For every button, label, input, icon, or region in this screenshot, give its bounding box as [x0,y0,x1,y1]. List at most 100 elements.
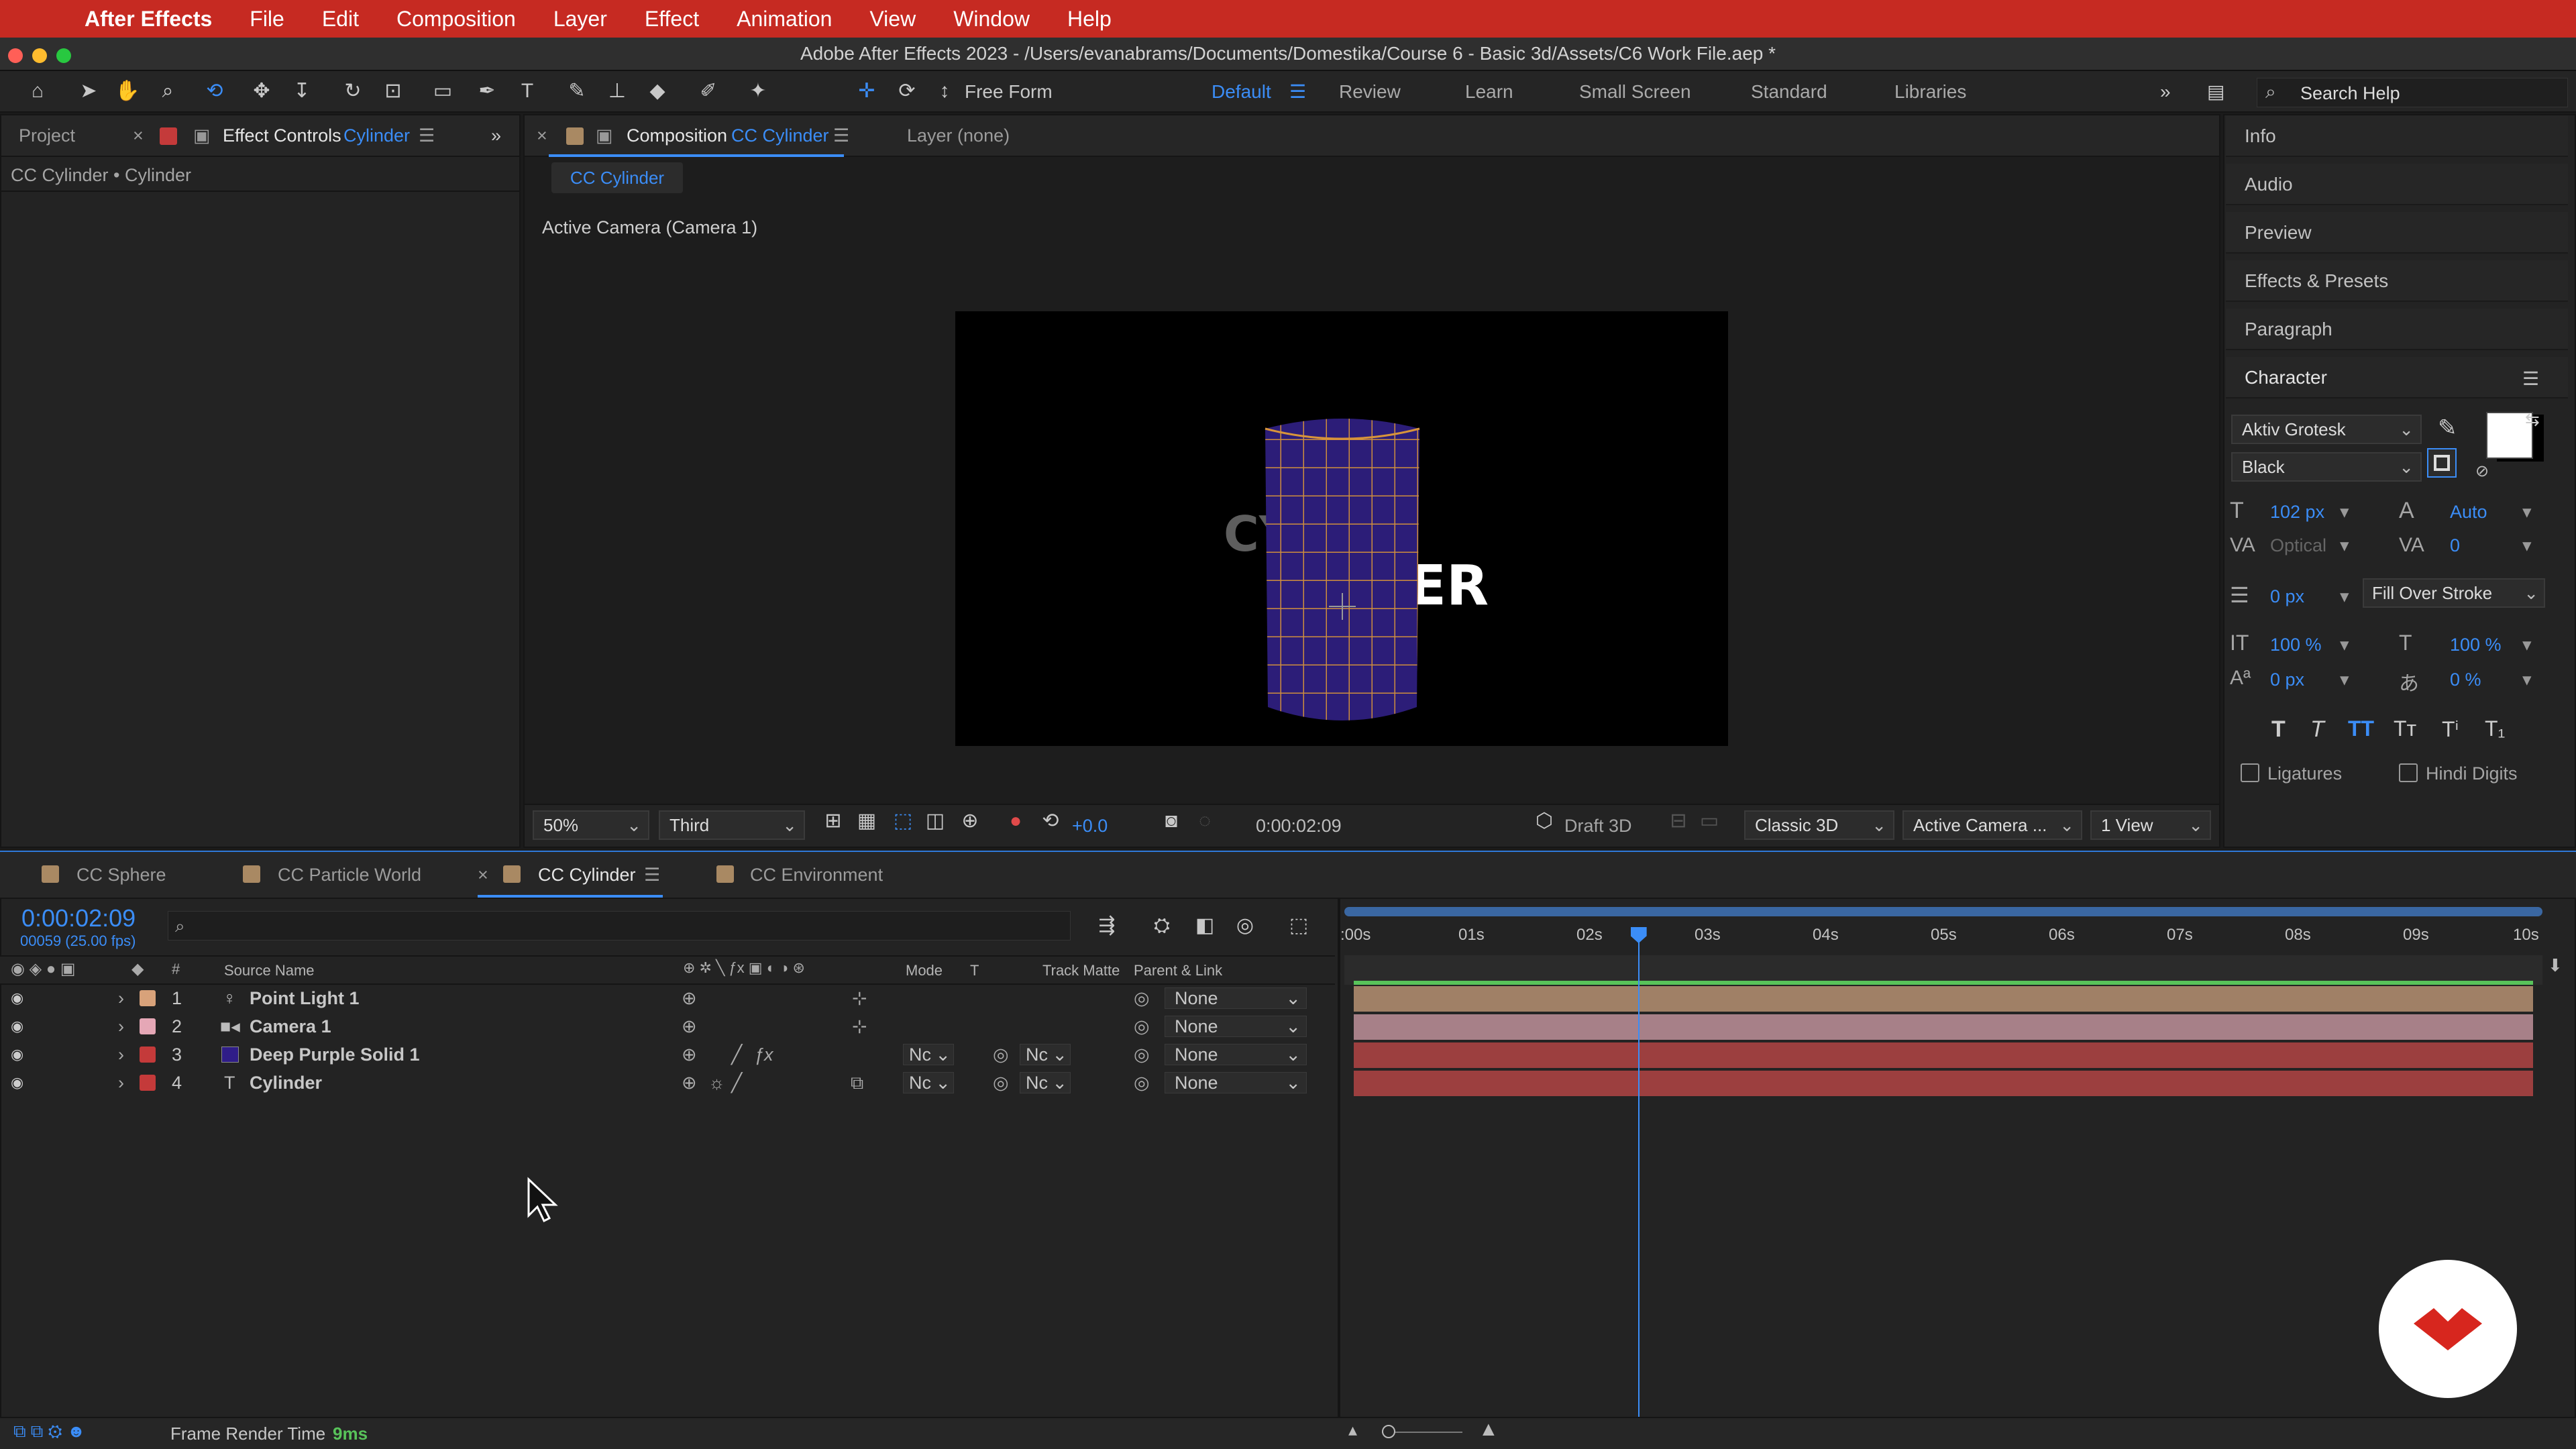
layer-label-color[interactable] [140,1046,156,1063]
expand-chevron-icon[interactable]: › [118,1041,124,1068]
dolly-axis-icon[interactable]: ↕ [931,78,958,105]
parent-dropdown[interactable]: None ⌄ [1165,1072,1307,1093]
reset-exposure-icon[interactable]: ⟲ [1037,808,1064,835]
panel-character[interactable]: Character [2226,357,2568,398]
col-source-name[interactable]: Source Name [224,962,315,979]
color-channels-icon[interactable]: ● [1002,808,1029,835]
collapse-switch-icon[interactable]: ☼ [708,1069,725,1096]
subscript-icon[interactable]: T₁ [2485,716,2505,741]
layer-search-input[interactable]: ⌕ [168,911,1071,941]
dolly-camera-icon[interactable]: ↧ [288,78,315,105]
3d-layer-switch-icon[interactable]: ⧉ [851,1069,863,1096]
lock-icon[interactable]: ▣ [193,115,211,156]
layer-name[interactable]: Point Light 1 [250,985,359,1012]
expand-chevron-icon[interactable]: › [118,985,124,1012]
panel-info[interactable]: Info [2226,115,2568,157]
tab-cc-environment[interactable]: CC Environment [750,855,883,895]
visibility-eye-icon[interactable]: ◉ [11,1041,23,1068]
pan-behind-icon[interactable]: ⊡ [380,78,407,105]
rectangle-tool-icon[interactable]: ▭ [429,78,456,105]
menu-edit[interactable]: Edit [322,7,359,32]
visibility-eye-icon[interactable]: ◉ [11,1069,23,1096]
stroke-color-swatch[interactable] [2427,448,2457,478]
layer-name[interactable]: Cylinder [250,1069,322,1096]
layer-name[interactable]: Camera 1 [250,1013,331,1040]
pen-tool-icon[interactable]: ✒ [474,78,500,105]
exposure-value[interactable]: +0.0 [1072,816,1108,837]
draft-3d-icon[interactable]: ⬡ [1531,808,1558,835]
hide-shy-layers-icon[interactable]: ◧ [1191,912,1218,939]
eyedropper-icon[interactable]: ✎ [2438,415,2457,441]
tab-cc-particle-world[interactable]: CC Particle World [278,855,421,895]
comp-panel-menu-icon[interactable]: ☰ [833,115,849,156]
matte-pick-whip-icon[interactable]: ◎ [993,1069,1009,1096]
shy-switch-icon[interactable]: ⊕ [682,985,697,1012]
matte-pick-whip-icon[interactable]: ◎ [993,1041,1009,1068]
chevron-down-icon[interactable]: ▾ [2522,535,2532,556]
tab-cc-cylinder[interactable]: CC Cylinder [538,855,636,895]
menu-composition[interactable]: Composition [396,7,516,32]
close-window-button[interactable] [8,48,23,63]
type-tool-icon[interactable]: T [514,78,541,105]
workspace-standard[interactable]: Standard [1751,79,1827,105]
view-layout-dropdown[interactable]: 1 View ⌄ [2090,810,2211,840]
shy-switch-icon[interactable]: ⊕ [682,1041,697,1068]
timeline-current-time[interactable]: 0:00:02:09 [21,904,136,932]
shy-switch-icon[interactable]: ⊕ [682,1069,697,1096]
chevron-down-icon[interactable]: ▾ [2522,669,2532,690]
close-tab-icon[interactable]: × [133,115,144,156]
orbit-axis-icon[interactable]: ⟳ [894,78,920,105]
rotate-tool-icon[interactable]: ↻ [339,78,366,105]
transparency-grid-icon[interactable]: ▦ [853,808,880,835]
menu-file[interactable]: File [250,7,284,32]
layer-row-3[interactable]: ◉ › 3 Deep Purple Solid 1 ⊕ ╱ ƒx Nc ⌄ ◎ N… [0,1041,1335,1068]
free-form-label[interactable]: Free Form [965,79,1053,105]
3d-layer-icon[interactable]: ⊹ [852,1013,867,1040]
draft-3d-label[interactable]: Draft 3D [1564,816,1632,837]
zoom-tool-icon[interactable]: ⌕ [154,78,181,105]
graph-editor-icon[interactable]: ⬚ [1285,912,1312,939]
view-camera-dropdown[interactable]: Active Camera ... ⌄ [1902,810,2082,840]
comp-tab-name[interactable]: CC Cylinder [731,115,829,156]
blend-mode-dropdown[interactable]: Nc ⌄ [903,1044,954,1065]
workspace-default[interactable]: Default [1212,79,1271,105]
ground-plane-icon[interactable]: ▭ [1696,808,1723,835]
zoom-slider-thumb[interactable] [1382,1425,1395,1438]
comp-breadcrumb-cc-cylinder[interactable]: CC Cylinder [551,162,683,193]
hindi-digits-checkbox[interactable] [2399,763,2418,782]
leading-value[interactable]: Auto [2450,502,2487,523]
chevron-down-icon[interactable]: ▾ [2340,535,2349,556]
status-toggle-icons[interactable]: ⧉ ⧉ ⚙ ☻ [13,1421,85,1442]
horizontal-scale-value[interactable]: 100 % [2450,635,2502,655]
ligatures-checkbox[interactable] [2241,763,2259,782]
menu-window[interactable]: Window [953,7,1030,32]
panel-layout-icon[interactable]: ▤ [2207,79,2224,105]
hand-tool-icon[interactable]: ✋ [114,78,141,105]
show-snapshot-icon[interactable]: ◌ [1191,808,1218,835]
layer-row-2[interactable]: ◉ › 2 ■◂ Camera 1 ⊕ ⊹ ◎ None ⌄ [0,1013,1335,1040]
roto-brush-icon[interactable]: ✐ [695,78,722,105]
frame-blending-icon[interactable]: ◎ [1232,912,1258,939]
font-family-dropdown[interactable]: Aktiv Grotesk ⌄ [2231,415,2422,444]
faux-bold-icon[interactable]: T [2271,716,2286,743]
tab-cc-sphere[interactable]: CC Sphere [76,855,166,895]
search-help-field[interactable]: ⌕ Search Help [2257,78,2568,107]
menu-layer[interactable]: Layer [553,7,607,32]
chevron-down-icon[interactable]: ▾ [2522,502,2532,523]
comp-mini-flowchart-icon[interactable]: ⇶ [1093,912,1120,939]
zoom-out-icon[interactable]: ▴ [1348,1419,1357,1440]
blend-mode-dropdown[interactable]: Nc ⌄ [903,1072,954,1093]
parent-dropdown[interactable]: None ⌄ [1165,1016,1307,1037]
clone-stamp-icon[interactable]: ⊥ [604,78,631,105]
tab-composition[interactable]: Composition [627,115,727,156]
parent-dropdown[interactable]: None ⌄ [1165,987,1307,1009]
tracking-value[interactable]: 0 [2450,535,2460,556]
region-of-interest-icon[interactable]: ⊞ [820,808,847,835]
menu-app-name[interactable]: After Effects [85,7,212,32]
track-matte-dropdown[interactable]: Nc ⌄ [1020,1072,1071,1093]
chevron-down-icon[interactable]: ▾ [2340,669,2349,690]
tsume-value[interactable]: 0 % [2450,669,2481,690]
baseline-shift-value[interactable]: 0 px [2270,669,2304,690]
minimize-window-button[interactable] [32,48,47,63]
expand-chevron-icon[interactable]: › [118,1013,124,1040]
